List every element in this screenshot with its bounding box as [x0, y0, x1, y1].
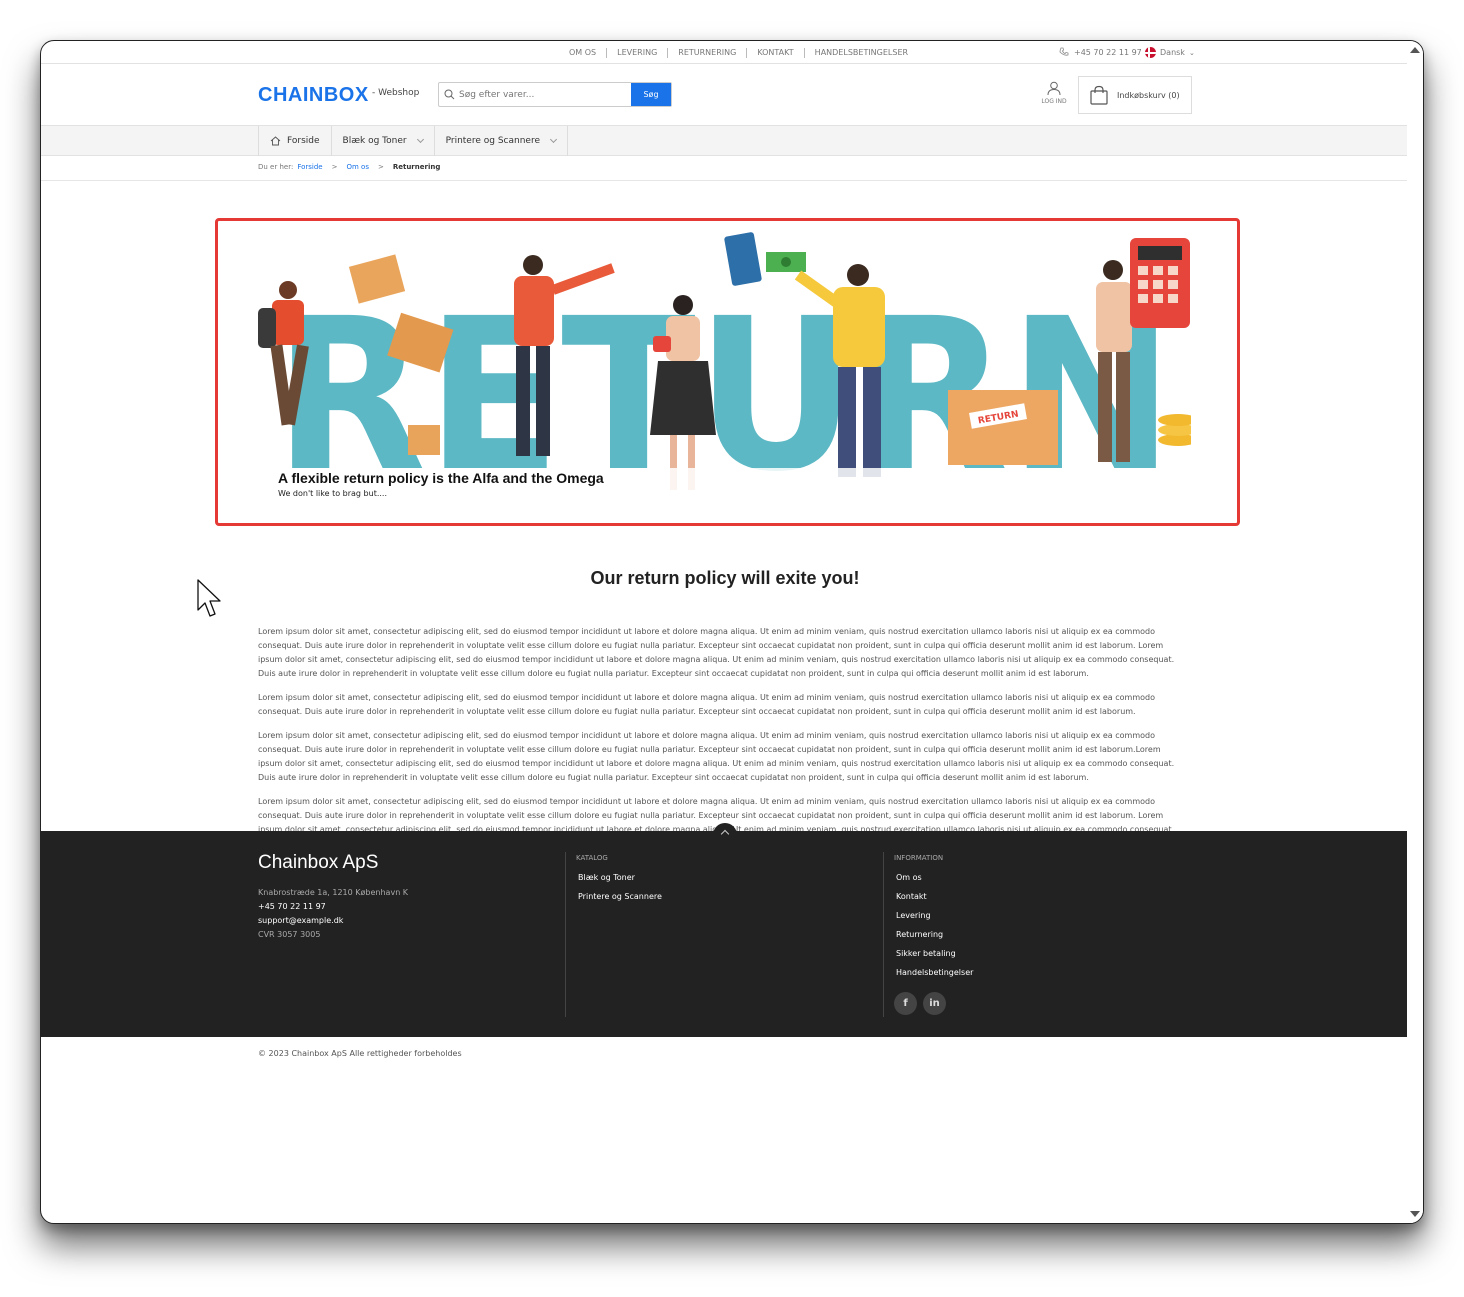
- hero-subtitle: We don't like to brag but....: [278, 489, 388, 498]
- logo-subtitle: - Webshop: [372, 88, 420, 98]
- search-button[interactable]: Søg: [631, 83, 671, 106]
- footer-phone[interactable]: +45 70 22 11 97: [258, 900, 408, 914]
- top-links: OM OS LEVERING RETURNERING KONTAKT HANDE…: [559, 48, 918, 58]
- top-link-levering[interactable]: LEVERING: [606, 48, 667, 58]
- top-phone[interactable]: +45 70 22 11 97: [1059, 47, 1142, 57]
- footer-link-returnering[interactable]: Returnering: [894, 925, 973, 944]
- breadcrumb-link-forside[interactable]: Forside: [297, 163, 322, 171]
- top-bar: OM OS LEVERING RETURNERING KONTAKT HANDE…: [41, 41, 1409, 64]
- scroll-down-arrow-icon[interactable]: [1410, 1211, 1420, 1217]
- linkedin-icon[interactable]: in: [923, 992, 946, 1015]
- breadcrumb-current: Returnering: [392, 163, 441, 171]
- language-selector[interactable]: Dansk ⌄: [1145, 47, 1195, 58]
- main-nav: Forside Blæk og Toner Printere og Scanne…: [41, 125, 1409, 156]
- footer: Chainbox ApS Knabrostræde 1a, 1210 Køben…: [41, 823, 1409, 1037]
- footer-link-kontakt[interactable]: Kontakt: [894, 887, 973, 906]
- scrollbar[interactable]: [1407, 41, 1423, 1223]
- top-link-kontakt[interactable]: KONTAKT: [746, 48, 803, 58]
- header: CHAINBOX - Webshop Søg LOG IND Indkøbsku…: [41, 65, 1409, 125]
- mouse-cursor-icon: [197, 579, 221, 617]
- shopping-bag-icon: [1090, 85, 1108, 105]
- nav-label: Forside: [287, 136, 320, 146]
- footer-company: Chainbox ApS: [258, 852, 379, 873]
- facebook-icon[interactable]: f: [894, 992, 917, 1015]
- nav-item-blaek-og-toner[interactable]: Blæk og Toner: [332, 126, 435, 156]
- phone-icon: [1059, 47, 1069, 56]
- chevron-down-icon: [416, 135, 424, 144]
- cart-label: Indkøbskurv (0): [1117, 90, 1180, 100]
- divider: [41, 180, 1409, 181]
- footer-link-sikker-betaling[interactable]: Sikker betaling: [894, 944, 973, 963]
- search-form: Søg: [438, 82, 672, 107]
- hero-caption: A flexible return policy is the Alfa and…: [278, 470, 604, 498]
- top-phone-number: +45 70 22 11 97: [1074, 47, 1142, 57]
- footer-link-om-os[interactable]: Om os: [894, 868, 973, 887]
- chevron-up-icon: [720, 829, 730, 839]
- footer-information-heading: INFORMATION: [894, 854, 944, 862]
- nav-item-printere-og-scannere[interactable]: Printere og Scannere: [435, 126, 568, 156]
- return-illustration: RETURN RETURN: [258, 232, 1191, 502]
- footer-catalog: KATALOG Blæk og Toner Printere og Scanne…: [565, 852, 662, 1017]
- nav-label: Blæk og Toner: [342, 136, 407, 146]
- top-link-handelsbetingelser[interactable]: HANDELSBETINGELSER: [803, 48, 918, 58]
- copyright: © 2023 Chainbox ApS Alle rettigheder for…: [258, 1049, 462, 1058]
- footer-link-printere-og-scannere[interactable]: Printere og Scannere: [576, 887, 662, 906]
- login-label: LOG IND: [1041, 98, 1067, 105]
- footer-cvr: CVR 3057 3005: [258, 930, 321, 939]
- footer-link-blaek-og-toner[interactable]: Blæk og Toner: [576, 868, 662, 887]
- paragraph: Lorem ipsum dolor sit amet, consectetur …: [258, 731, 1175, 782]
- chevron-down-icon: [549, 135, 558, 144]
- scroll-up-arrow-icon[interactable]: [1410, 47, 1420, 53]
- logo[interactable]: CHAINBOX: [258, 84, 369, 107]
- page: OM OS LEVERING RETURNERING KONTAKT HANDE…: [41, 41, 1409, 1223]
- breadcrumb: Du er her: Forside > Om os > Returnering: [258, 163, 440, 171]
- browser-window: OM OS LEVERING RETURNERING KONTAKT HANDE…: [40, 40, 1424, 1224]
- hero-title: A flexible return policy is the Alfa and…: [278, 470, 604, 486]
- danish-flag-icon: [1145, 47, 1156, 58]
- top-link-returnering[interactable]: RETURNERING: [667, 48, 746, 58]
- footer-contact: Knabrostræde 1a, 1210 København K +45 70…: [258, 886, 408, 942]
- footer-address: Knabrostræde 1a, 1210 København K: [258, 888, 409, 897]
- footer-email[interactable]: support@example.dk: [258, 914, 408, 928]
- breadcrumb-separator: >: [377, 163, 384, 171]
- hero-image-text: RETURN: [274, 273, 1174, 502]
- home-icon: [270, 136, 281, 146]
- breadcrumb-prefix: Du er her:: [258, 163, 294, 171]
- footer-link-handelsbetingelser[interactable]: Handelsbetingelser: [894, 963, 973, 982]
- page-title: Our return policy will exite you!: [590, 568, 860, 588]
- hero-banner-image: RETURN RETURN: [258, 230, 1191, 502]
- login-button[interactable]: LOG IND: [1039, 81, 1069, 105]
- paragraph: Lorem ipsum dolor sit amet, consectetur …: [258, 693, 1155, 716]
- footer-link-levering[interactable]: Levering: [894, 906, 973, 925]
- chevron-down-icon: ⌄: [1188, 48, 1195, 57]
- cart-button[interactable]: Indkøbskurv (0): [1078, 76, 1192, 114]
- breadcrumb-link-om-os[interactable]: Om os: [346, 163, 368, 171]
- language-label: Dansk: [1160, 48, 1185, 57]
- nav-item-forside[interactable]: Forside: [259, 126, 332, 156]
- search-input[interactable]: [459, 83, 631, 106]
- nav-label: Printere og Scannere: [445, 136, 540, 146]
- user-icon: [1047, 81, 1061, 96]
- search-icon: [439, 83, 459, 106]
- paragraph: Lorem ipsum dolor sit amet, consectetur …: [258, 627, 1175, 678]
- social-links: f in: [894, 992, 973, 1015]
- top-link-om-os[interactable]: OM OS: [559, 48, 606, 58]
- footer-information: INFORMATION Om os Kontakt Levering Retur…: [883, 852, 973, 1017]
- footer-catalog-heading: KATALOG: [576, 854, 608, 862]
- breadcrumb-separator: >: [331, 163, 338, 171]
